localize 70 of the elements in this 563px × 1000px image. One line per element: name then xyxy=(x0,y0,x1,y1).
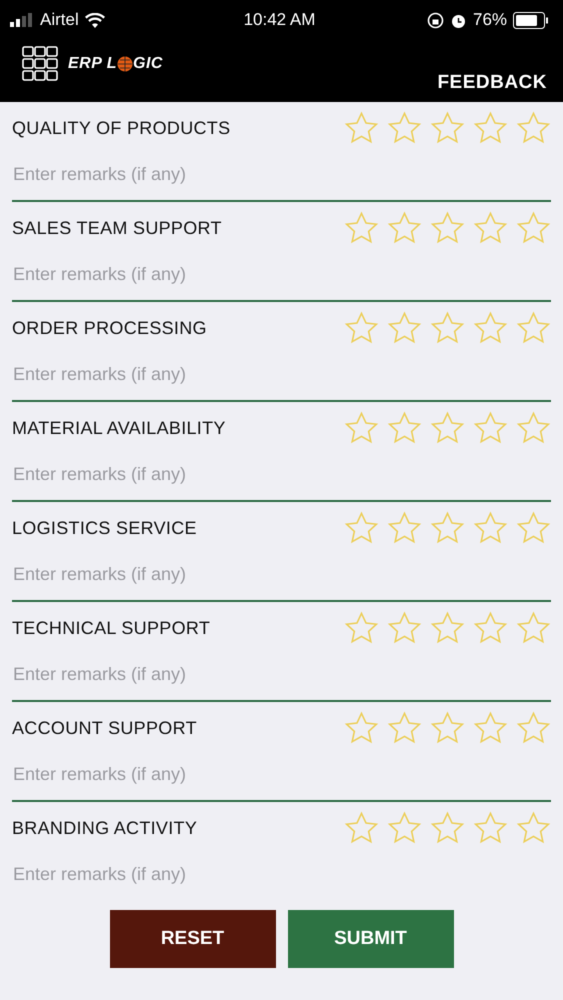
star-icon[interactable] xyxy=(344,711,379,745)
star-icon[interactable] xyxy=(473,411,508,445)
battery-icon xyxy=(513,12,550,28)
star-icon[interactable] xyxy=(473,311,508,345)
carrier-name: Airtel xyxy=(40,10,79,30)
star-icon[interactable] xyxy=(387,111,422,145)
star-icon[interactable] xyxy=(387,411,422,445)
star-icon[interactable] xyxy=(516,511,551,545)
star-icon[interactable] xyxy=(430,611,465,645)
battery-percent: 76% xyxy=(472,10,508,30)
question-label: QUALITY OF PRODUCTS xyxy=(12,118,230,138)
star-icon[interactable] xyxy=(344,211,379,245)
star-icon[interactable] xyxy=(473,711,508,745)
star-icon[interactable] xyxy=(516,711,551,745)
star-icon[interactable] xyxy=(430,111,465,145)
globe-icon xyxy=(117,56,134,72)
star-icon[interactable] xyxy=(430,811,465,845)
star-icon[interactable] xyxy=(516,411,551,445)
remarks-field[interactable]: Enter remarks (if any) xyxy=(12,454,551,494)
remarks-field[interactable]: Enter remarks (if any) xyxy=(12,754,551,794)
question-label: LOGISTICS SERVICE xyxy=(12,518,197,538)
question-label: ORDER PROCESSING xyxy=(12,318,207,338)
remarks-field[interactable]: Enter remarks (if any) xyxy=(12,654,551,694)
question-label: SALES TEAM SUPPORT xyxy=(12,218,222,238)
wifi-icon xyxy=(84,12,105,28)
star-icon[interactable] xyxy=(387,211,422,245)
rotation-lock-icon xyxy=(426,12,444,28)
star-icon[interactable] xyxy=(387,711,422,745)
star-icon[interactable] xyxy=(344,611,379,645)
question-label: ACCOUNT SUPPORT xyxy=(12,718,197,738)
star-icon[interactable] xyxy=(473,111,508,145)
star-icon[interactable] xyxy=(430,511,465,545)
submit-button[interactable]: SUBMIT xyxy=(288,910,454,968)
star-icon[interactable] xyxy=(344,411,379,445)
star-icon[interactable] xyxy=(473,511,508,545)
star-icon[interactable] xyxy=(430,311,465,345)
star-icon[interactable] xyxy=(387,511,422,545)
star-icon[interactable] xyxy=(516,111,551,145)
logo-text: GIC xyxy=(133,55,163,73)
question-label: BRANDING ACTIVITY xyxy=(12,818,198,838)
star-icon[interactable] xyxy=(473,611,508,645)
star-icon[interactable] xyxy=(387,311,422,345)
reset-button[interactable]: RESET xyxy=(110,910,276,968)
remarks-field[interactable]: Enter remarks (if any) xyxy=(12,554,551,594)
star-icon[interactable] xyxy=(344,311,379,345)
star-icon[interactable] xyxy=(516,211,551,245)
star-icon[interactable] xyxy=(430,211,465,245)
remarks-field[interactable]: Enter remarks (if any) xyxy=(12,354,551,394)
star-icon[interactable] xyxy=(387,811,422,845)
star-icon[interactable] xyxy=(344,811,379,845)
logo-text: ERP L xyxy=(68,55,118,73)
star-icon[interactable] xyxy=(473,811,508,845)
star-icon[interactable] xyxy=(430,411,465,445)
star-icon[interactable] xyxy=(516,611,551,645)
star-icon[interactable] xyxy=(430,711,465,745)
signal-icon xyxy=(10,13,34,27)
star-icon[interactable] xyxy=(387,611,422,645)
question-label: TECHNICAL SUPPORT xyxy=(12,618,210,638)
remarks-field[interactable]: Enter remarks (if any) xyxy=(12,854,551,894)
star-icon[interactable] xyxy=(516,811,551,845)
clock-time: 10:42 AM xyxy=(244,10,316,30)
remarks-field[interactable]: Enter remarks (if any) xyxy=(12,254,551,294)
star-icon[interactable] xyxy=(516,311,551,345)
star-icon[interactable] xyxy=(344,111,379,145)
grid-menu-icon[interactable] xyxy=(22,46,58,82)
question-label: MATERIAL AVAILABILITY xyxy=(12,418,226,438)
star-icon[interactable] xyxy=(473,211,508,245)
star-icon[interactable] xyxy=(344,511,379,545)
remarks-field[interactable]: Enter remarks (if any) xyxy=(12,154,551,194)
page-title: FEEDBACK xyxy=(437,72,547,94)
